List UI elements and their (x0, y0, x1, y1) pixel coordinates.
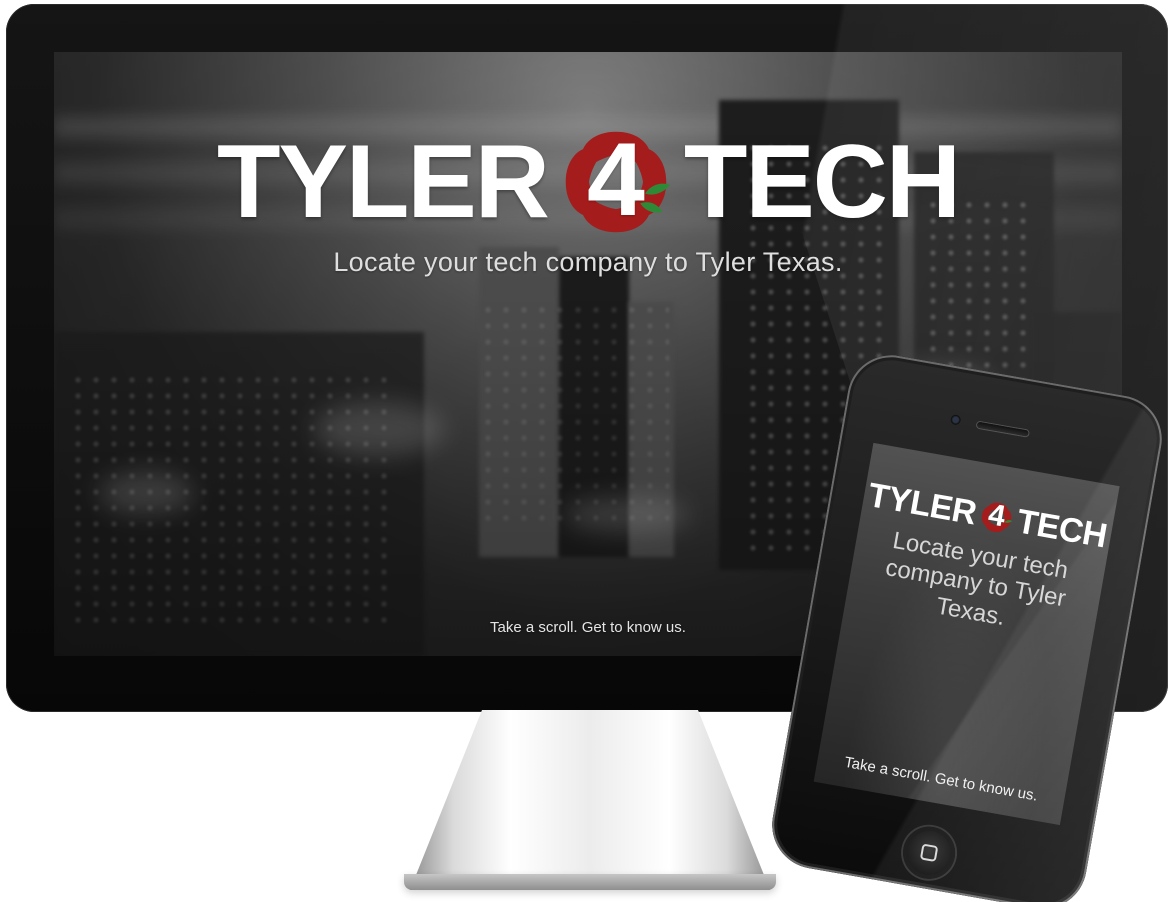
monitor-stand-base (404, 874, 776, 890)
phone-logo-text-tech: TECH (1013, 502, 1110, 556)
logo-number-four: 4 (586, 121, 645, 238)
mobile-phone-wrapper: TYLER 4 TECH Locate your tech company to… (765, 348, 1169, 902)
rose-logo-icon: 4 (558, 122, 674, 242)
desktop-tagline: Locate your tech company to Tyler Texas. (333, 247, 843, 277)
monitor-stand (410, 710, 770, 890)
rose-logo-icon: 4 (977, 498, 1016, 537)
home-button-icon[interactable] (898, 822, 960, 883)
device-mockup-stage: TYLER 4 TECH Locate your tech company to… (0, 0, 1175, 902)
phone-logo-text-tyler: TYLER (865, 476, 980, 533)
speaker-grille (976, 421, 1029, 437)
front-camera-icon (949, 414, 962, 426)
mobile-phone: TYLER 4 TECH Locate your tech company to… (765, 348, 1169, 902)
tyler4tech-logo[interactable]: TYLER 4 TECH (216, 122, 961, 242)
phone-screen: TYLER 4 TECH Locate your tech company to… (813, 442, 1120, 826)
phone-scroll-prompt-link[interactable]: Take a scroll. Get to know us. (816, 749, 1065, 809)
logo-text-tyler: TYLER (216, 124, 550, 240)
logo-text-tech: TECH (683, 124, 961, 240)
